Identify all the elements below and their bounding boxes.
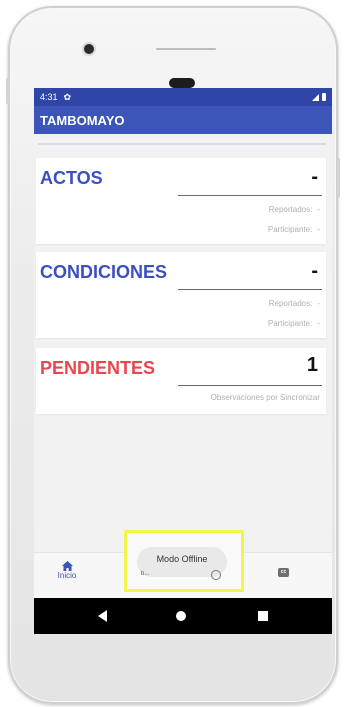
card-value: - <box>311 260 318 282</box>
reportados-label: Reportados: <box>268 299 313 308</box>
top-divider <box>38 143 326 145</box>
earpiece-speaker <box>169 78 195 88</box>
participante-row: Participante: - <box>268 225 320 234</box>
subtitle-text: Observaciones por Sincronizar <box>210 393 320 402</box>
reportados-value: - <box>317 205 320 214</box>
recents-icon[interactable] <box>258 611 268 621</box>
home-circle-icon[interactable] <box>176 611 186 621</box>
divider <box>178 385 322 386</box>
card-value: 1 <box>306 354 318 376</box>
sensor-line <box>156 48 216 50</box>
reportados-label: Reportados: <box>268 205 313 214</box>
nav-label-inicio: Inicio <box>57 571 77 580</box>
divider <box>178 195 322 196</box>
app-screen: 4:31 ✿ TAMBOMAYO ACTOS - Reportados: - P… <box>34 88 332 634</box>
card-title: CONDICIONES <box>40 262 168 282</box>
app-title: TAMBOMAYO <box>40 112 125 128</box>
volume-button <box>337 158 340 198</box>
clock-icon <box>211 570 221 580</box>
battery-icon <box>322 93 326 101</box>
back-icon[interactable] <box>98 610 107 622</box>
nav-item-inicio[interactable]: Inicio <box>52 561 82 580</box>
offline-toast: Modo Offline b... <box>124 530 244 592</box>
system-navigation-bar <box>34 598 332 634</box>
card-actos[interactable]: ACTOS - Reportados: - Participante: - <box>36 158 326 244</box>
card-title: PENDIENTES <box>40 358 156 378</box>
side-button <box>6 78 9 104</box>
card-title: ACTOS <box>40 168 103 188</box>
main-content: ACTOS - Reportados: - Participante: - CO… <box>34 134 332 552</box>
participante-label: Participante: <box>267 225 313 234</box>
app-bar: TAMBOMAYO <box>34 106 332 134</box>
reportados-row: Reportados: - <box>269 205 320 214</box>
pendientes-subtitle: Observaciones por Sincronizar <box>211 393 320 402</box>
participante-label: Participante: <box>267 319 313 328</box>
status-time: 4:31 <box>40 92 58 102</box>
participante-value: - <box>317 225 320 234</box>
card-pendientes[interactable]: PENDIENTES 1 Observaciones por Sincroniz… <box>36 348 326 414</box>
divider <box>178 289 322 290</box>
signal-icon <box>312 93 319 101</box>
cc-icon[interactable]: cc <box>278 568 289 577</box>
toast-small-text: b... <box>141 571 150 577</box>
status-bar: 4:31 ✿ <box>34 88 332 106</box>
participante-value: - <box>317 319 320 328</box>
front-camera-icon <box>84 44 94 54</box>
card-value: - <box>311 166 318 188</box>
reportados-value: - <box>317 299 320 308</box>
home-icon <box>61 561 73 571</box>
participante-row: Participante: - <box>268 319 320 328</box>
gear-icon: ✿ <box>63 91 72 102</box>
reportados-row: Reportados: - <box>269 299 320 308</box>
card-condiciones[interactable]: CONDICIONES - Reportados: - Participante… <box>36 252 326 338</box>
